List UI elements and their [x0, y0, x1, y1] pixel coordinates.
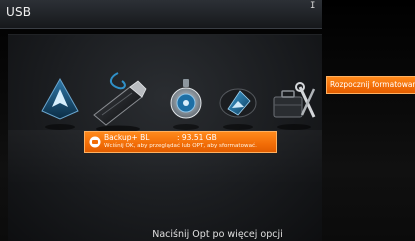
photo-icon[interactable] [216, 75, 260, 137]
page-title: USB [6, 5, 32, 19]
storage-device-hint: Wciśnij OK, aby przeglądać lub OPT, aby … [104, 143, 257, 149]
header-indicator: I [310, 1, 316, 11]
hard-drive-icon [89, 136, 101, 148]
tools-icon[interactable] [270, 75, 318, 137]
storage-device-size: : 93.51 GB [177, 133, 217, 142]
usb-drive-icon[interactable] [88, 67, 148, 133]
title-bar: USB I [0, 0, 322, 29]
start-formatting-label: Rozpocznij formatowanie [330, 80, 415, 89]
storage-device-name: Backup+ BL [104, 133, 150, 142]
usb-screen: USB I Backup+ BL: 93.51 GB Wciśnij OK, … [0, 0, 415, 241]
footer-hint: Naciśnij Opt po więcej opcji [152, 229, 283, 240]
storage-device-item[interactable]: Backup+ BL : 93.51 GB Wciśnij OK, aby pr… [84, 131, 277, 153]
navigation-icon[interactable] [38, 75, 82, 137]
clock-icon[interactable] [164, 75, 208, 137]
start-formatting-button[interactable]: Rozpocznij formatowanie [326, 76, 415, 94]
